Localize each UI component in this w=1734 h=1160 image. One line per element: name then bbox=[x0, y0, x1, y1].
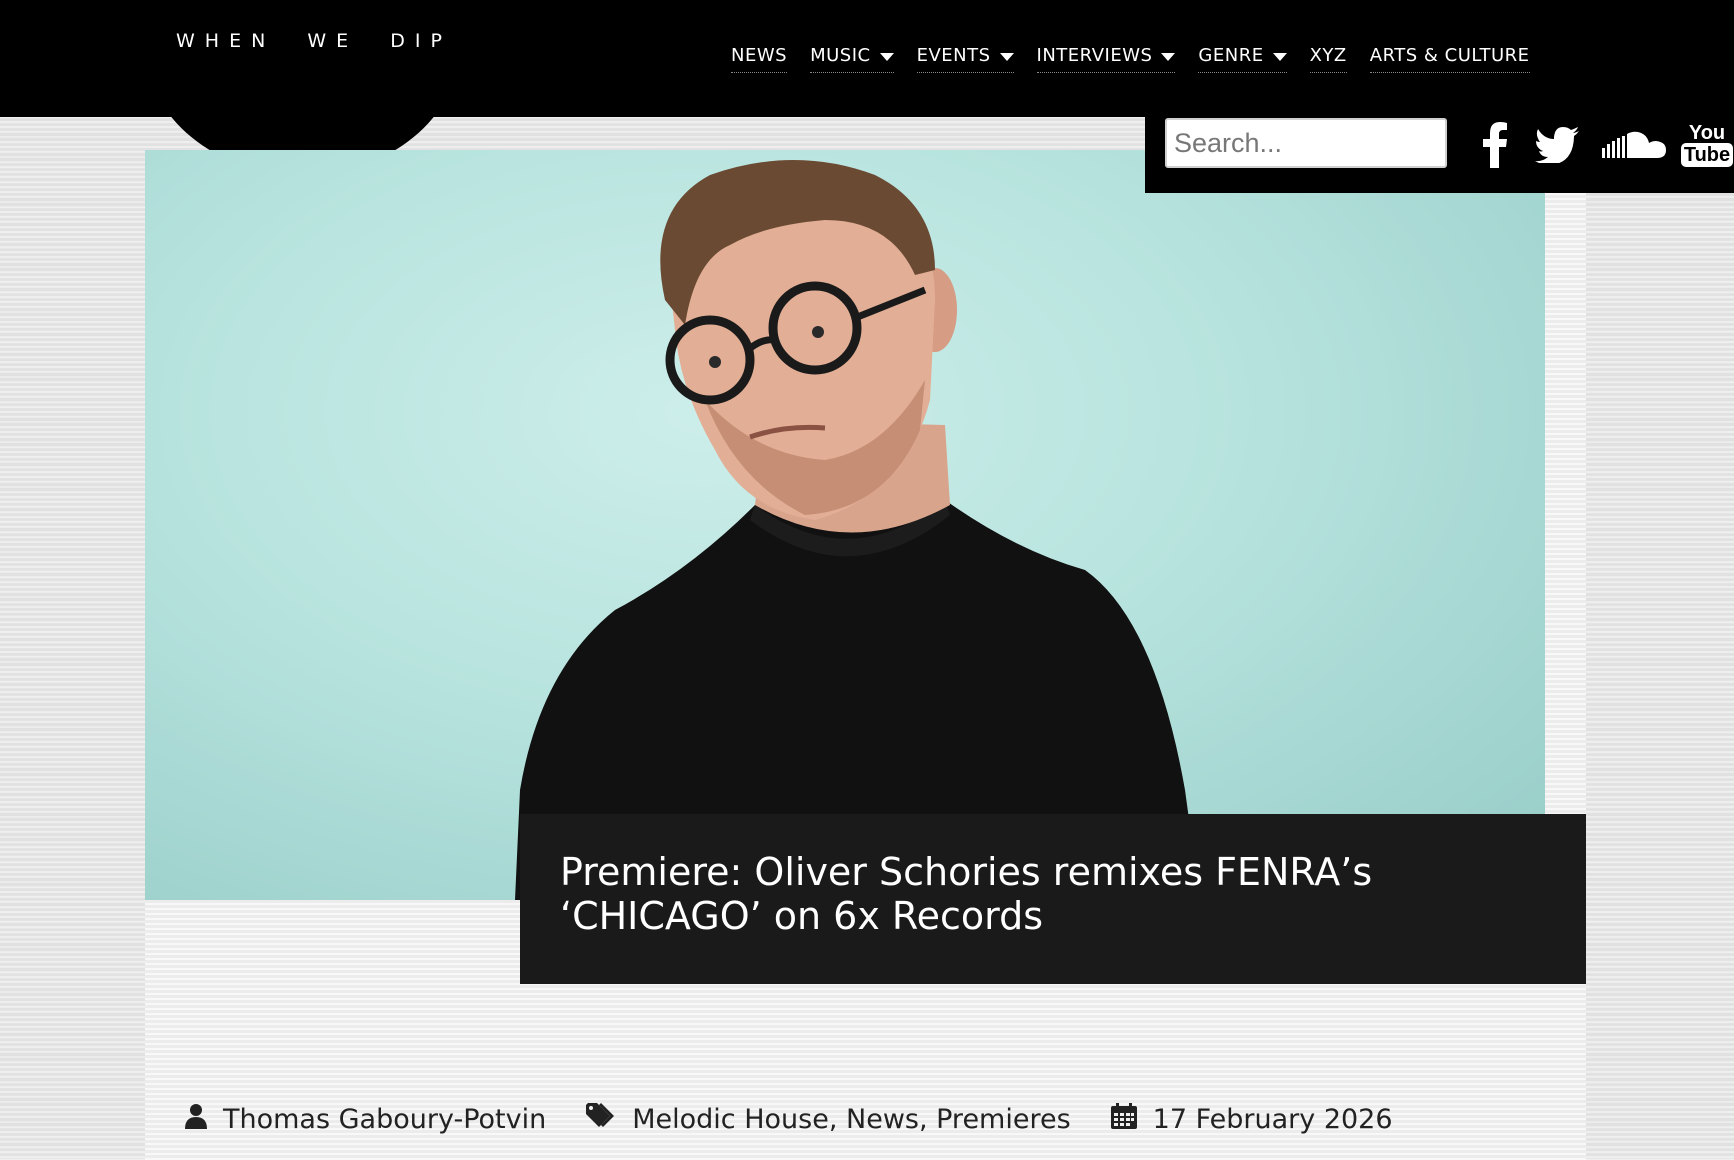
nav-xyz-label: XYZ bbox=[1309, 45, 1347, 66]
caret-down-icon bbox=[999, 52, 1014, 61]
author-meta: Thomas Gaboury-Potvin bbox=[185, 1103, 546, 1136]
portrait-illustration bbox=[515, 160, 1200, 900]
categories-meta: Melodic House, News, Premieres bbox=[586, 1103, 1071, 1136]
twitter-icon[interactable] bbox=[1532, 119, 1582, 171]
caret-down-icon bbox=[879, 52, 894, 61]
author-name[interactable]: Thomas Gaboury-Potvin bbox=[223, 1104, 546, 1135]
calendar-icon bbox=[1110, 1103, 1137, 1136]
logo-badge[interactable] bbox=[145, 0, 460, 175]
search-input[interactable] bbox=[1165, 118, 1447, 168]
caret-down-icon bbox=[1272, 52, 1287, 61]
article-categories[interactable]: Melodic House, News, Premieres bbox=[632, 1104, 1070, 1135]
article-meta: Thomas Gaboury-Potvin Melodic House, New… bbox=[185, 1103, 1433, 1136]
nav-genre[interactable]: GENRE bbox=[1198, 45, 1287, 73]
article-title: Premiere: Oliver Schories remixes FENRA’… bbox=[560, 850, 1373, 938]
soundcloud-icon[interactable] bbox=[1599, 119, 1669, 171]
hero-image bbox=[145, 150, 1545, 900]
nav-music-label: MUSIC bbox=[810, 45, 871, 66]
nav-arts-culture-label: ARTS & CULTURE bbox=[1369, 45, 1530, 66]
nav-news[interactable]: NEWS bbox=[731, 45, 788, 73]
nav-arts-culture[interactable]: ARTS & CULTURE bbox=[1369, 45, 1530, 73]
nav-xyz[interactable]: XYZ bbox=[1309, 45, 1347, 73]
nav-events-label: EVENTS bbox=[916, 45, 991, 66]
nav-genre-label: GENRE bbox=[1198, 45, 1264, 66]
main-nav: NEWS MUSIC EVENTS INTERVIEWS GENRE XYZ A… bbox=[731, 45, 1530, 73]
caret-down-icon bbox=[1161, 52, 1176, 61]
site-logo[interactable]: WHEN WE DIP bbox=[176, 30, 452, 52]
facebook-icon[interactable] bbox=[1475, 119, 1515, 171]
date-meta: 17 February 2026 bbox=[1110, 1103, 1393, 1136]
youtube-label-bottom: Tube bbox=[1680, 143, 1734, 167]
tags-icon bbox=[586, 1103, 616, 1136]
article-date: 17 February 2026 bbox=[1152, 1104, 1393, 1135]
youtube-icon[interactable]: You Tube bbox=[1680, 119, 1734, 171]
nav-news-label: NEWS bbox=[731, 45, 788, 66]
user-icon bbox=[185, 1103, 207, 1136]
youtube-label-top: You bbox=[1688, 122, 1726, 144]
nav-music[interactable]: MUSIC bbox=[810, 45, 894, 73]
nav-interviews[interactable]: INTERVIEWS bbox=[1036, 45, 1176, 73]
nav-events[interactable]: EVENTS bbox=[916, 45, 1014, 73]
article-title-box: Premiere: Oliver Schories remixes FENRA’… bbox=[520, 814, 1586, 984]
nav-interviews-label: INTERVIEWS bbox=[1036, 45, 1153, 66]
search-social-panel: You Tube bbox=[1145, 104, 1734, 193]
